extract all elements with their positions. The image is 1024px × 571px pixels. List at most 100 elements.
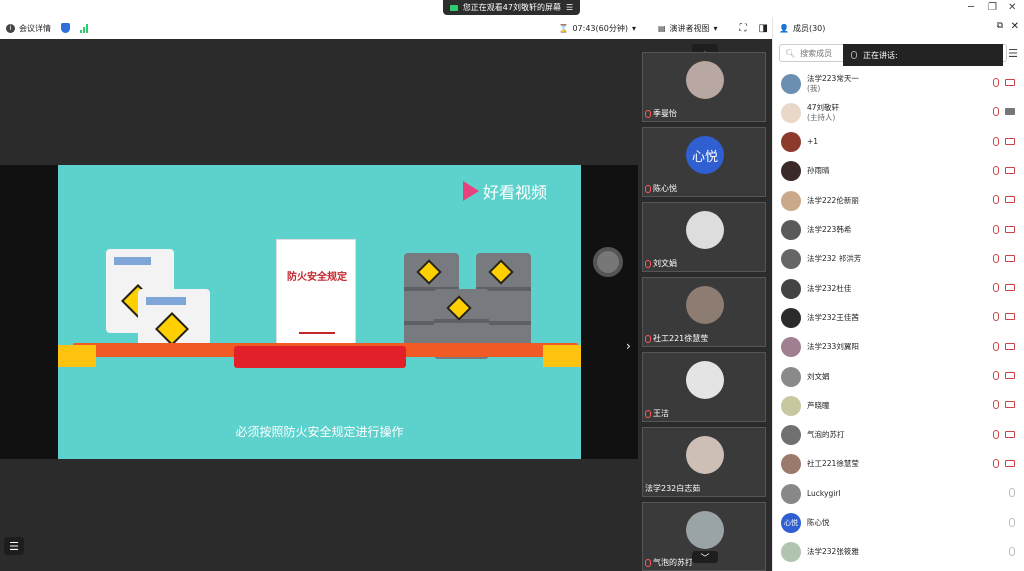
floating-control-button[interactable] xyxy=(593,247,623,277)
network-indicator[interactable] xyxy=(80,23,88,33)
camera-off-icon[interactable] xyxy=(1005,459,1015,467)
avatar xyxy=(781,454,801,475)
member-row[interactable]: 刘文娟 xyxy=(773,362,1024,391)
screen-share-icon[interactable] xyxy=(1005,108,1015,116)
member-row[interactable]: 心悦 陈心悦 xyxy=(773,509,1024,538)
security-indicator[interactable] xyxy=(61,23,70,33)
signal-icon xyxy=(80,23,88,33)
member-row[interactable]: 法学232杜佳 xyxy=(773,274,1024,303)
fullscreen-icon[interactable]: ⛶ xyxy=(740,23,747,34)
camera-off-icon[interactable] xyxy=(1005,401,1015,409)
member-name: 刘文娟 xyxy=(807,371,830,381)
screen-share-banner[interactable]: 您正在观看47刘敬轩的屏幕 ☰ xyxy=(443,0,580,15)
participant-tile[interactable]: 心悦 陈心悦 xyxy=(642,127,766,197)
avatar xyxy=(781,337,801,358)
sidebar-toggle-icon[interactable]: ◨ xyxy=(759,23,768,34)
participant-tile[interactable]: 王洁 xyxy=(642,352,766,422)
member-row[interactable]: 孙雨晴 xyxy=(773,157,1024,186)
camera-off-icon[interactable] xyxy=(1005,79,1015,86)
mic-muted-icon[interactable] xyxy=(993,371,999,380)
member-row[interactable]: 法学232张筱雅 xyxy=(773,538,1024,567)
member-row[interactable]: 47刘敬轩 (主持人) xyxy=(773,98,1024,127)
member-name-block: 社工221徐慧莹 xyxy=(807,459,859,469)
mic-muted-icon[interactable] xyxy=(993,283,999,293)
mic-muted-icon[interactable] xyxy=(993,78,999,87)
mic-muted-icon[interactable] xyxy=(993,195,999,205)
popout-icon[interactable]: ⧉ xyxy=(997,21,1003,31)
mic-muted-icon[interactable] xyxy=(1009,517,1015,527)
member-row[interactable]: +1 xyxy=(773,128,1024,157)
avatar xyxy=(781,307,801,328)
camera-off-icon[interactable] xyxy=(1005,225,1015,233)
camera-off-icon[interactable] xyxy=(1005,342,1015,350)
tile-name: 法学232白志茹 xyxy=(645,484,701,493)
hamburger-icon[interactable]: ☰ xyxy=(566,3,573,12)
avatar xyxy=(781,220,801,240)
camera-off-icon[interactable] xyxy=(1005,137,1015,145)
avatar: 心悦 xyxy=(781,513,801,533)
member-name: 气泡的苏打 xyxy=(807,430,845,440)
meeting-info-button[interactable]: i 会议详情 xyxy=(6,23,51,34)
participant-tile[interactable]: 社工221徐慧莹 xyxy=(642,277,766,347)
member-row[interactable]: 法学223常天一 (我) xyxy=(773,69,1024,98)
mic-muted-icon xyxy=(645,184,651,193)
mic-muted-icon[interactable] xyxy=(1009,546,1015,556)
list-icon[interactable]: ☰ xyxy=(4,537,24,555)
mic-muted-icon[interactable] xyxy=(993,341,999,351)
menu-icon[interactable]: ☰ xyxy=(1008,47,1018,60)
camera-off-icon[interactable] xyxy=(1005,313,1015,321)
camera-off-icon[interactable] xyxy=(1005,372,1015,379)
members-header: 👤 成员(30) ⧉ ✕ xyxy=(773,17,1024,39)
member-row[interactable]: 芦晓瞳 xyxy=(773,391,1024,420)
camera-icon xyxy=(449,4,458,11)
restore-icon[interactable]: ❐ xyxy=(988,2,997,13)
participant-tile[interactable]: 季曼怡 xyxy=(642,52,766,122)
mic-muted-icon[interactable] xyxy=(993,400,999,410)
camera-off-icon[interactable] xyxy=(1005,430,1015,438)
member-name-block: 气泡的苏打 xyxy=(807,430,845,440)
camera-off-icon[interactable] xyxy=(1005,196,1015,204)
document-illustration: 防火安全规定 xyxy=(276,239,356,347)
mic-muted-icon[interactable] xyxy=(993,165,999,175)
play-icon xyxy=(463,181,479,201)
mic-muted-icon[interactable] xyxy=(993,429,999,439)
participant-tile[interactable]: 刘文娟 xyxy=(642,202,766,272)
member-row[interactable]: 法学232 祁洪芳 xyxy=(773,245,1024,274)
view-mode-button[interactable]: ▤ 演讲者视图 ▾ xyxy=(658,23,718,34)
avatar xyxy=(781,132,801,153)
member-name-block: 法学232张筱雅 xyxy=(807,547,859,557)
mic-muted-icon[interactable] xyxy=(993,136,999,146)
chevron-down-icon[interactable]: ﹀ xyxy=(692,551,718,564)
participant-tile[interactable]: 法学232白志茹 xyxy=(642,427,766,497)
mic-muted-icon[interactable] xyxy=(993,312,999,322)
mic-muted-icon[interactable] xyxy=(993,458,999,468)
camera-off-icon[interactable] xyxy=(1005,166,1015,174)
close-panel-icon[interactable]: ✕ xyxy=(1011,21,1019,32)
tile-name: 刘文娟 xyxy=(653,259,677,268)
avatar xyxy=(686,436,724,474)
mic-muted-icon[interactable] xyxy=(993,224,999,234)
member-row[interactable]: 气泡的苏打 xyxy=(773,421,1024,450)
members-panel: 👤 成员(30) ⧉ ✕ 🔍︎ 正在讲话: ☰ 法学223常天一(我) 47刘敬轩… xyxy=(772,17,1024,571)
member-row[interactable]: 法学222伦新丽 xyxy=(773,186,1024,215)
member-row[interactable]: 社工221徐慧莹 xyxy=(773,450,1024,479)
member-row[interactable]: 法学233刘翼阳 xyxy=(773,333,1024,362)
member-row[interactable]: 法学223韩希 xyxy=(773,216,1024,245)
minimize-icon[interactable]: ─ xyxy=(968,2,974,13)
avatar xyxy=(781,483,801,504)
chevron-down-icon[interactable]: ▾ xyxy=(632,24,636,33)
tile-name: 气泡的苏打 xyxy=(653,558,693,567)
mic-muted-icon[interactable] xyxy=(993,253,999,263)
camera-off-icon[interactable] xyxy=(1005,254,1015,262)
brand-text: 好看视频 xyxy=(483,183,548,202)
mic-muted-icon xyxy=(645,259,651,268)
mic-muted-icon[interactable] xyxy=(993,107,999,117)
avatar xyxy=(781,190,801,211)
member-row[interactable]: 法学232王佳茜 xyxy=(773,303,1024,332)
avatar xyxy=(686,211,724,249)
member-row[interactable]: Luckygirl xyxy=(773,479,1024,508)
camera-off-icon[interactable] xyxy=(1005,284,1015,292)
close-icon[interactable]: ✕ xyxy=(1008,2,1016,13)
chevron-right-icon[interactable]: › xyxy=(626,339,631,353)
mic-muted-icon[interactable] xyxy=(1009,488,1015,498)
